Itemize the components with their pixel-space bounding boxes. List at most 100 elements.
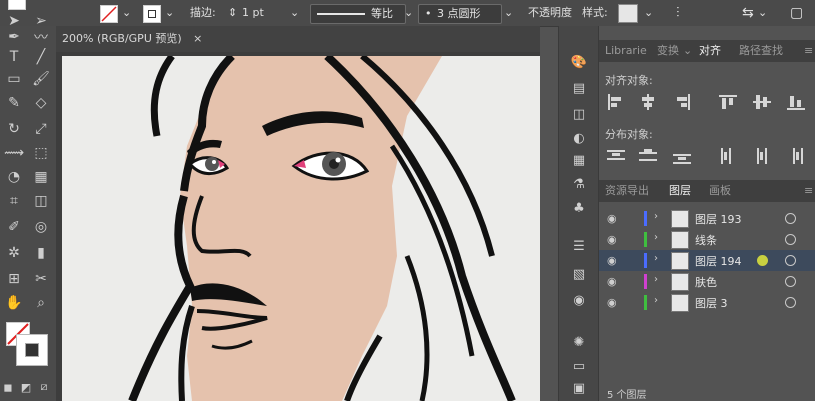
tab-layers[interactable]: 图层 <box>669 183 691 199</box>
close-icon[interactable]: × <box>193 32 202 45</box>
layer-row[interactable]: ◉ › 图层 194 <box>599 250 815 271</box>
target-circle-icon[interactable] <box>785 234 796 245</box>
paintbrush-tool-icon[interactable]: 🖌 <box>30 68 52 90</box>
tab-align[interactable]: 对齐 <box>699 43 721 59</box>
transform-icon[interactable]: ⇆ <box>742 3 754 23</box>
color-mode-icon[interactable]: ◼ <box>0 376 16 398</box>
stroke-profile-dropdown[interactable]: 等比 <box>310 4 406 24</box>
hand-tool-icon[interactable]: ✋ <box>3 292 25 314</box>
align-left-icon[interactable] <box>607 94 625 110</box>
shape-builder-tool-icon[interactable]: ◔ <box>3 166 25 188</box>
eraser-tool-icon[interactable]: ◇ <box>30 92 52 114</box>
free-transform-tool-icon[interactable]: ⬚ <box>30 142 52 164</box>
tab-libraries[interactable]: Librarie <box>605 43 647 59</box>
layer-row[interactable]: ◉ › 图层 3 <box>599 292 815 313</box>
distribute-v-center-icon[interactable] <box>639 148 657 164</box>
rectangle-tool-icon[interactable]: ▭ <box>3 68 25 90</box>
target-circle-icon[interactable] <box>785 213 796 224</box>
align-top-icon[interactable] <box>719 94 737 110</box>
line-tool-icon[interactable]: ╱ <box>30 46 52 68</box>
distribute-h-center-icon[interactable] <box>753 148 771 164</box>
visibility-eye-icon[interactable]: ◉ <box>607 254 617 267</box>
graphic-styles-panel-icon[interactable]: ◉ <box>569 290 589 310</box>
slice-tool-icon[interactable]: ✂ <box>30 268 52 290</box>
swatches-panel-icon[interactable]: ▧ <box>569 264 589 284</box>
expand-chevron-icon[interactable]: › <box>654 211 658 222</box>
stroke-panel-icon[interactable]: ☰ <box>569 236 589 256</box>
expand-chevron-icon[interactable]: › <box>654 295 658 306</box>
links-panel-icon[interactable]: ▭ <box>569 356 589 376</box>
visibility-eye-icon[interactable]: ◉ <box>607 233 617 246</box>
align-right-icon[interactable] <box>673 94 691 110</box>
visibility-eye-icon[interactable]: ◉ <box>607 275 617 288</box>
gradient-panel-icon[interactable]: ◫ <box>569 104 589 124</box>
gradient-tool-icon[interactable]: ◫ <box>30 190 52 212</box>
fill-none-swatch[interactable] <box>100 5 118 23</box>
target-circle-icon[interactable] <box>785 297 796 308</box>
fill-dropdown-chevron-icon[interactable]: ⌄ <box>122 3 131 23</box>
brush-dropdown[interactable]: • 3 点圆形 <box>418 4 502 24</box>
align-options-icon[interactable]: ⫶ <box>676 3 680 23</box>
column-graph-tool-icon[interactable]: ▮ <box>30 242 52 264</box>
canvas-area[interactable] <box>56 52 540 401</box>
eyedropper-tool-icon[interactable]: ✐ <box>3 216 25 238</box>
brushes-panel-icon[interactable]: ⚗ <box>569 174 589 194</box>
distribute-right-icon[interactable] <box>787 148 805 164</box>
tab-artboards[interactable]: 画板 <box>709 183 731 199</box>
layer-row[interactable]: ◉ › 肤色 <box>599 271 815 292</box>
stroke-color-box[interactable] <box>16 334 48 366</box>
properties-panel-icon[interactable]: ▤ <box>569 78 589 98</box>
panel-menu-icon[interactable]: ≡ <box>804 183 813 199</box>
symbol-sprayer-tool-icon[interactable]: ✲ <box>3 242 25 264</box>
pen-tool-icon[interactable]: ✒ <box>3 26 25 48</box>
stroke-dropdown-chevron-icon[interactable]: ⌄ <box>165 3 174 23</box>
type-tool-icon[interactable]: T <box>3 46 25 68</box>
tab-transform[interactable]: 变换 <box>657 43 679 59</box>
artboards-panel-icon[interactable]: ▣ <box>569 378 589 398</box>
symbols-panel-icon[interactable]: ♣ <box>569 198 589 218</box>
align-bottom-icon[interactable] <box>787 94 805 110</box>
layer-row[interactable]: ◉ › 图层 193 <box>599 208 815 229</box>
distribute-bottom-icon[interactable] <box>673 148 691 164</box>
tab-asset-export[interactable]: 资源导出 <box>605 183 649 199</box>
image-trace-panel-icon[interactable]: ✺ <box>569 332 589 352</box>
expand-chevron-icon[interactable]: › <box>654 232 658 243</box>
artboard[interactable] <box>62 56 540 401</box>
distribute-top-icon[interactable] <box>607 148 625 164</box>
artboard-tool-icon[interactable]: ⊞ <box>3 268 25 290</box>
stroke-weight-chevron-icon[interactable]: ⌄ <box>290 3 299 23</box>
fill-color-swatch[interactable] <box>8 0 26 10</box>
zoom-tool-icon[interactable]: ⌕ <box>30 292 52 314</box>
shaper-tool-icon[interactable]: ✎ <box>3 92 25 114</box>
perspective-grid-tool-icon[interactable]: ▦ <box>30 166 52 188</box>
rotate-tool-icon[interactable]: ↻ <box>3 118 25 140</box>
gradient-mode-icon[interactable]: ◩ <box>18 376 34 398</box>
opacity-label[interactable]: 不透明度 <box>528 3 572 23</box>
target-circle-icon[interactable] <box>785 276 796 287</box>
align-h-center-icon[interactable] <box>639 94 657 110</box>
style-swatch[interactable] <box>618 4 638 23</box>
none-mode-icon[interactable]: ⧄ <box>36 376 52 398</box>
curvature-tool-icon[interactable]: 〰 <box>30 26 52 48</box>
document-tab[interactable]: 200% (RGB/GPU 预览) × <box>62 30 202 48</box>
target-circle-icon[interactable] <box>785 255 796 266</box>
brush-chevron-icon[interactable]: ⌄ <box>504 3 513 23</box>
tab-pathfinder[interactable]: 路径查找 <box>739 43 783 59</box>
mesh-tool-icon[interactable]: ⌗ <box>3 190 25 212</box>
visibility-eye-icon[interactable]: ◉ <box>607 212 617 225</box>
layer-row[interactable]: ◉ › 线条 <box>599 229 815 250</box>
visibility-eye-icon[interactable]: ◉ <box>607 296 617 309</box>
expand-chevron-icon[interactable]: › <box>654 274 658 285</box>
blend-tool-icon[interactable]: ◎ <box>30 216 52 238</box>
stroke-weight-value[interactable]: 1 pt <box>242 3 264 23</box>
transform-chevron-icon[interactable]: ⌄ <box>758 3 767 23</box>
selected-target-icon[interactable] <box>757 255 768 266</box>
expand-chevron-icon[interactable]: › <box>654 253 658 264</box>
stroke-color-swatch[interactable] <box>143 5 161 23</box>
transparency-panel-icon[interactable]: ◐ <box>569 128 589 148</box>
scale-tool-icon[interactable]: ⤢ <box>30 118 52 140</box>
isolate-icon[interactable]: ▢ <box>790 3 803 23</box>
stroke-weight-stepper-icon[interactable]: ⇕ <box>228 3 237 23</box>
color-panel-icon[interactable]: 🎨 <box>569 52 589 72</box>
align-v-center-icon[interactable] <box>753 94 771 110</box>
